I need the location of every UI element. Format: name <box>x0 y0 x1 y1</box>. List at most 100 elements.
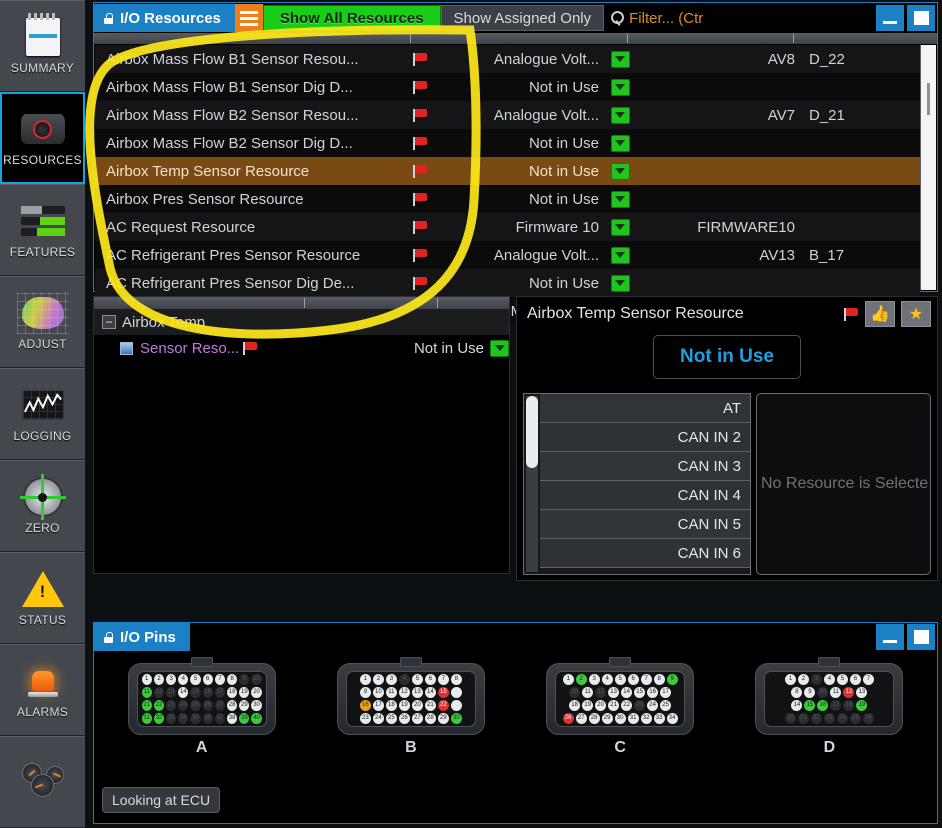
connector-pin[interactable]: 11 <box>582 687 593 698</box>
sidebar-item-zero[interactable]: ZERO <box>0 460 85 552</box>
connector-pin[interactable]: 34 <box>667 713 678 724</box>
minus-icon[interactable]: − <box>102 315 116 329</box>
connector-pin[interactable]: 33 <box>166 713 176 724</box>
connector-pin[interactable]: 12 <box>595 687 606 698</box>
connector-pin[interactable]: 14 <box>791 700 802 711</box>
thumbs-up-icon[interactable]: 👍 <box>865 301 895 327</box>
connector-pin[interactable]: 38 <box>227 713 237 724</box>
connector-pin[interactable]: 4 <box>399 674 410 685</box>
connector-pin[interactable]: 7 <box>863 674 874 685</box>
connector-pin[interactable]: 29 <box>438 713 449 724</box>
connector-pin[interactable]: 22 <box>811 713 822 724</box>
connector-pin[interactable]: 24 <box>178 700 188 711</box>
connector-pin[interactable]: 39 <box>239 713 249 724</box>
maximize-button[interactable] <box>907 624 935 650</box>
dropdown-cell[interactable] <box>605 247 635 264</box>
connector-pin[interactable]: 25 <box>660 700 671 711</box>
chevron-down-icon[interactable] <box>611 107 630 124</box>
connector-pin[interactable]: 30 <box>251 700 261 711</box>
connector-pin[interactable]: 3 <box>166 674 176 685</box>
connector-pin[interactable]: 15 <box>190 687 200 698</box>
connector-pin[interactable]: 13 <box>856 687 867 698</box>
connector-pin[interactable]: 13 <box>608 687 619 698</box>
chevron-down-icon[interactable] <box>611 79 630 96</box>
connector-pin[interactable] <box>451 687 462 698</box>
source-list-scrollbar[interactable] <box>526 396 538 572</box>
connector-pin[interactable]: 2 <box>798 674 809 685</box>
table-row[interactable]: Airbox Mass Flow B1 Sensor Resou...Analo… <box>95 45 920 73</box>
connector-pin[interactable]: 24 <box>647 700 658 711</box>
connector-pin[interactable]: 19 <box>399 700 410 711</box>
connector-pin[interactable]: 36 <box>203 713 213 724</box>
connector-b[interactable]: 1234567891011121314151617181920212223242… <box>337 663 485 757</box>
sidebar-item-gauges[interactable] <box>0 736 85 828</box>
connector-pin[interactable]: 1 <box>142 674 152 685</box>
connector-pin[interactable]: 18 <box>227 687 237 698</box>
connector-a[interactable]: 1234567891011121314151617181920212223242… <box>128 663 276 757</box>
list-item[interactable]: CAN IN 3 <box>540 452 750 481</box>
flag-cell[interactable] <box>413 137 435 150</box>
sidebar-item-features[interactable]: FEATURES <box>0 184 85 276</box>
connector-pin[interactable]: 22 <box>438 700 449 711</box>
connector-pin[interactable]: 21 <box>142 700 152 711</box>
connector-pin[interactable]: 28 <box>425 713 436 724</box>
connector-pin[interactable]: 15 <box>438 687 449 698</box>
connector-pin[interactable]: 7 <box>438 674 449 685</box>
connector-pin[interactable]: 26 <box>203 700 213 711</box>
connector-pin[interactable]: 7 <box>641 674 652 685</box>
table-row[interactable]: Airbox Mass Flow B2 Sensor Dig D...Not i… <box>95 129 920 157</box>
table-row[interactable]: Airbox Mass Flow B2 Sensor Resou...Analo… <box>95 101 920 129</box>
chevron-down-icon[interactable] <box>611 163 630 180</box>
flag-cell[interactable] <box>413 109 435 122</box>
minimize-button[interactable] <box>876 624 904 650</box>
minimize-button[interactable] <box>876 5 904 31</box>
connector-pin[interactable]: 26 <box>399 713 410 724</box>
connector-pin[interactable]: 2 <box>154 674 164 685</box>
connector-pin[interactable]: 10 <box>251 674 261 685</box>
dropdown-cell[interactable] <box>605 219 635 236</box>
connector-pin[interactable]: 10 <box>569 687 580 698</box>
connector-pin[interactable]: 27 <box>576 713 587 724</box>
function-dropdown-button[interactable] <box>490 340 509 357</box>
connector-pin[interactable]: 3 <box>386 674 397 685</box>
sidebar-item-adjust[interactable]: ADJUST <box>0 276 85 368</box>
tab-io-resources[interactable]: I/O Resources <box>94 4 235 32</box>
connector-pin[interactable]: 16 <box>817 700 828 711</box>
list-item[interactable]: CAN IN 2 <box>540 423 750 452</box>
list-item[interactable]: AT <box>540 394 750 423</box>
connector-pin[interactable]: 18 <box>843 700 854 711</box>
connector-pin[interactable]: 20 <box>251 687 261 698</box>
scrollbar-thumb[interactable] <box>526 396 538 468</box>
flag-cell[interactable] <box>413 53 435 66</box>
connector-pin[interactable]: 11 <box>386 687 397 698</box>
source-list[interactable]: ATCAN IN 2CAN IN 3CAN IN 4CAN IN 5CAN IN… <box>523 393 751 575</box>
connector-pin[interactable]: 16 <box>360 700 371 711</box>
dropdown-cell[interactable] <box>605 163 635 180</box>
dropdown-cell[interactable] <box>605 135 635 152</box>
connector-pin[interactable]: 6 <box>628 674 639 685</box>
connector-pin[interactable]: 17 <box>660 687 671 698</box>
connector-pin[interactable]: 4 <box>824 674 835 685</box>
connector-pin[interactable]: 2 <box>373 674 384 685</box>
connector-pin[interactable]: 25 <box>190 700 200 711</box>
connector-pin[interactable]: 12 <box>843 687 854 698</box>
connector-pin[interactable]: 4 <box>602 674 613 685</box>
connector-pin[interactable]: 9 <box>804 687 815 698</box>
connector-pin[interactable]: 31 <box>628 713 639 724</box>
connector-pin[interactable]: 9 <box>239 674 249 685</box>
table-row[interactable]: AC Refrigerant Pres Sensor ResourceAnalo… <box>95 241 920 269</box>
connector-c[interactable]: 1234567891011121314151617181920212223242… <box>546 663 694 757</box>
chevron-down-icon[interactable] <box>611 135 630 152</box>
connector-pin[interactable]: 17 <box>830 700 841 711</box>
sidebar-item-alarms[interactable]: ALARMS <box>0 644 85 736</box>
show-all-resources-button[interactable]: Show All Resources <box>263 5 441 31</box>
table-row[interactable]: AC Request ResourceFirmware 10FIRMWARE10 <box>95 213 920 241</box>
dropdown-cell[interactable] <box>605 107 635 124</box>
connector-pin[interactable]: 11 <box>142 687 152 698</box>
connector-pin[interactable]: 32 <box>641 713 652 724</box>
connector-pin[interactable]: 25 <box>386 713 397 724</box>
hamburger-menu-button[interactable] <box>235 4 263 32</box>
connector-pin[interactable]: 21 <box>608 700 619 711</box>
dropdown-cell[interactable] <box>605 275 635 292</box>
connector-pin[interactable]: 12 <box>154 687 164 698</box>
